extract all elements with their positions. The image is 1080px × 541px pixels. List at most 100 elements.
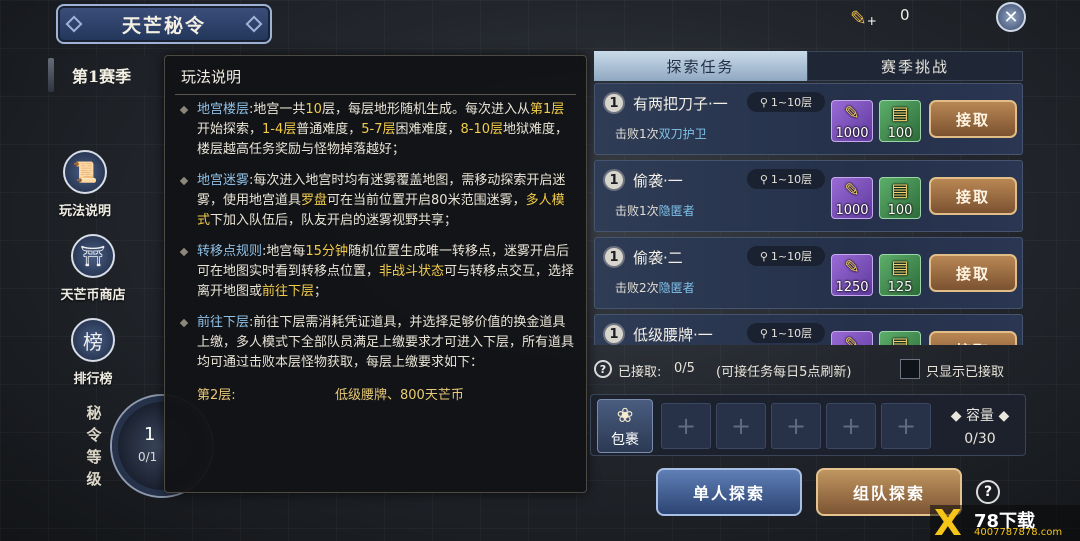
solo-explore-button[interactable]: 单人探索 xyxy=(656,468,802,516)
ring-level: 1 xyxy=(144,424,156,445)
quest-badge: 1 xyxy=(603,92,625,114)
bag-slot[interactable]: + xyxy=(826,403,876,449)
accepted-label: 已接取: xyxy=(618,365,662,380)
question-icon: ? xyxy=(983,484,993,500)
rule-transfer: 转移点规则:地宫每15分钟随机位置生成唯一转移点，迷雾开启后可在地图实时看到转移… xyxy=(179,242,577,302)
quest-name: 偷袭·一 xyxy=(633,172,683,190)
rule-fog: 地宫迷雾:每次进入地宫时均有迷雾覆盖地图，需移动探索开启迷雾，使用地宫道具罗盘可… xyxy=(179,171,577,231)
divider xyxy=(175,94,576,95)
ring-progress: 0/1 xyxy=(138,450,158,464)
rules-button-label: 玩法说明 xyxy=(58,204,111,219)
quest-desc: 击败1次隐匿者 xyxy=(615,204,695,218)
quest-item: 1 低级腰牌·一 ⚲1~10层 ✎ ▤ 接取 xyxy=(594,314,1023,345)
only-accepted-checkbox[interactable] xyxy=(900,359,920,379)
quill-icon: ✎ xyxy=(844,257,860,278)
bag-slot[interactable]: + xyxy=(771,403,821,449)
shop-button[interactable]: ⛩ 天芒币商店 xyxy=(48,234,138,314)
rule-floors: 地宫楼层:地宫一共10层，每层地形随机生成。每次进入从第1层开始探索，1-4层普… xyxy=(179,100,577,160)
scroll-reward-icon: ▤ xyxy=(891,257,909,278)
vert-char: 令 xyxy=(86,426,102,444)
ornament-right xyxy=(245,15,263,33)
claim-button[interactable]: 接取 xyxy=(929,254,1017,292)
rules-button[interactable]: 📜 玩法说明 xyxy=(40,150,130,230)
quest-desc: 击败2次隐匿者 xyxy=(615,281,695,295)
close-icon: ✕ xyxy=(1003,6,1019,28)
quest-badge: 1 xyxy=(603,323,625,345)
shop-button-label: 天芒币商店 xyxy=(60,288,126,303)
rules-popup: 玩法说明 地宫楼层:地宫一共10层，每层地形随机生成。每次进入从第1层开始探索，… xyxy=(164,55,587,493)
floor-requirement: 低级腰牌、800天芒币 xyxy=(335,388,464,403)
pin-icon: ⚲ xyxy=(759,172,768,186)
bundle-icon: ❀ xyxy=(616,403,634,427)
bag-slot[interactable]: + xyxy=(661,403,711,449)
reward-token[interactable]: ▤ xyxy=(879,331,921,345)
vert-char: 等 xyxy=(86,448,102,466)
rank-icon: 榜 xyxy=(71,318,115,362)
quest-list[interactable]: 1 有两把刀子·一 ⚲ 1~10层 击败1次双刀护卫 ✎ 1000 ▤ 100 接取 … xyxy=(594,83,1023,345)
shop-icon: ⛩ xyxy=(71,234,115,278)
quest-name: 低级腰牌·一 xyxy=(633,326,713,344)
diamond-icon: ◆ xyxy=(950,408,966,424)
quest-item: 1 偷袭·二 ⚲ 1~10层 击败2次隐匿者 ✎ 1250 ▤ 125 接取 xyxy=(594,237,1023,309)
page-title-text: 天芒秘令 xyxy=(121,14,206,37)
accepted-value: 0/5 xyxy=(674,361,695,376)
quill-icon: ✎ xyxy=(844,334,860,345)
ranking-button[interactable]: 榜 排行榜 xyxy=(48,318,138,398)
reward-token[interactable]: ▤ 100 xyxy=(879,100,921,142)
vert-char: 秘 xyxy=(86,404,102,422)
rule-next-floor: 前往下层:前往下层需消耗凭证道具，并选择足够价值的换金道具上缴，多人模式下全部队… xyxy=(179,313,577,373)
season-label: 第1赛季 xyxy=(0,56,165,94)
quest-name: 偷袭·二 xyxy=(633,249,683,267)
pin-icon: ⚲ xyxy=(759,326,768,340)
quest-desc: 击败1次双刀护卫 xyxy=(615,127,707,141)
watermark: X 78下载 4007787878.com xyxy=(930,503,1080,541)
quill-currency-icon: ✎+ xyxy=(850,6,877,30)
close-button[interactable]: ✕ xyxy=(996,2,1026,32)
quest-status-bar: ? 已接取: 0/5 (可接任务每日5点刷新) 只显示已接取 xyxy=(590,355,1024,385)
reward-currency[interactable]: ✎ 1000 xyxy=(831,177,873,219)
only-accepted-label: 只显示已接取 xyxy=(926,365,1005,380)
pin-icon: ⚲ xyxy=(759,249,768,263)
reward-currency[interactable]: ✎ xyxy=(831,331,873,345)
scroll-reward-icon: ▤ xyxy=(891,103,909,124)
quest-badge: 1 xyxy=(603,169,625,191)
claim-button[interactable]: 接取 xyxy=(929,100,1017,138)
claim-button[interactable]: 接取 xyxy=(929,331,1017,345)
help-button[interactable]: ? xyxy=(976,480,1000,504)
bag-slot[interactable]: + xyxy=(716,403,766,449)
floor-label: 第2层: xyxy=(197,388,236,403)
reward-currency[interactable]: ✎ 1250 xyxy=(831,254,873,296)
vert-char: 级 xyxy=(86,470,102,488)
capacity-value: 0/30 xyxy=(964,431,996,447)
claim-button[interactable]: 接取 xyxy=(929,177,1017,215)
capacity-label: 容量 xyxy=(966,408,994,424)
page-title: 天芒秘令 xyxy=(56,4,272,44)
bag-slot[interactable]: + xyxy=(881,403,931,449)
tab-season-challenge[interactable]: 赛季挑战 xyxy=(807,51,1023,81)
tab-explore-quests[interactable]: 探索任务 xyxy=(594,51,807,81)
rules-title: 玩法说明 xyxy=(181,68,242,86)
refresh-note: (可接任务每日5点刷新) xyxy=(716,365,852,380)
scroll-reward-icon: ▤ xyxy=(891,334,909,345)
reward-currency[interactable]: ✎ 1000 xyxy=(831,100,873,142)
quest-name: 有两把刀子·一 xyxy=(633,95,728,113)
quest-level: ⚲ 1~10层 xyxy=(747,92,825,112)
watermark-url: 4007787878.com xyxy=(974,527,1063,538)
token-level-label: 秘 令 等 级 xyxy=(82,402,106,490)
quest-item: 1 有两把刀子·一 ⚲ 1~10层 击败1次双刀护卫 ✎ 1000 ▤ 100 接取 xyxy=(594,83,1023,155)
quill-icon: ✎ xyxy=(844,103,860,124)
help-icon[interactable]: ? xyxy=(594,360,612,378)
quill-icon: ✎ xyxy=(844,180,860,201)
scroll-icon: 📜 xyxy=(63,150,107,194)
bag-panel: ❀ 包裹 + + + + + ◆ 容量 ◆ 0/30 xyxy=(590,394,1026,456)
scroll-reward-icon: ▤ xyxy=(891,180,909,201)
watermark-logo-icon: X xyxy=(934,503,962,541)
bag-label: 包裹 xyxy=(611,432,639,448)
bag-button[interactable]: ❀ 包裹 xyxy=(597,399,653,453)
quest-level: ⚲ 1~10层 xyxy=(747,246,825,266)
bag-capacity: ◆ 容量 ◆ 0/30 xyxy=(937,405,1023,447)
reward-token[interactable]: ▤ 125 xyxy=(879,254,921,296)
currency-value: 0 xyxy=(900,6,910,24)
reward-token[interactable]: ▤ 100 xyxy=(879,177,921,219)
rules-body: 地宫楼层:地宫一共10层，每层地形随机生成。每次进入从第1层开始探索，1-4层普… xyxy=(179,100,577,406)
